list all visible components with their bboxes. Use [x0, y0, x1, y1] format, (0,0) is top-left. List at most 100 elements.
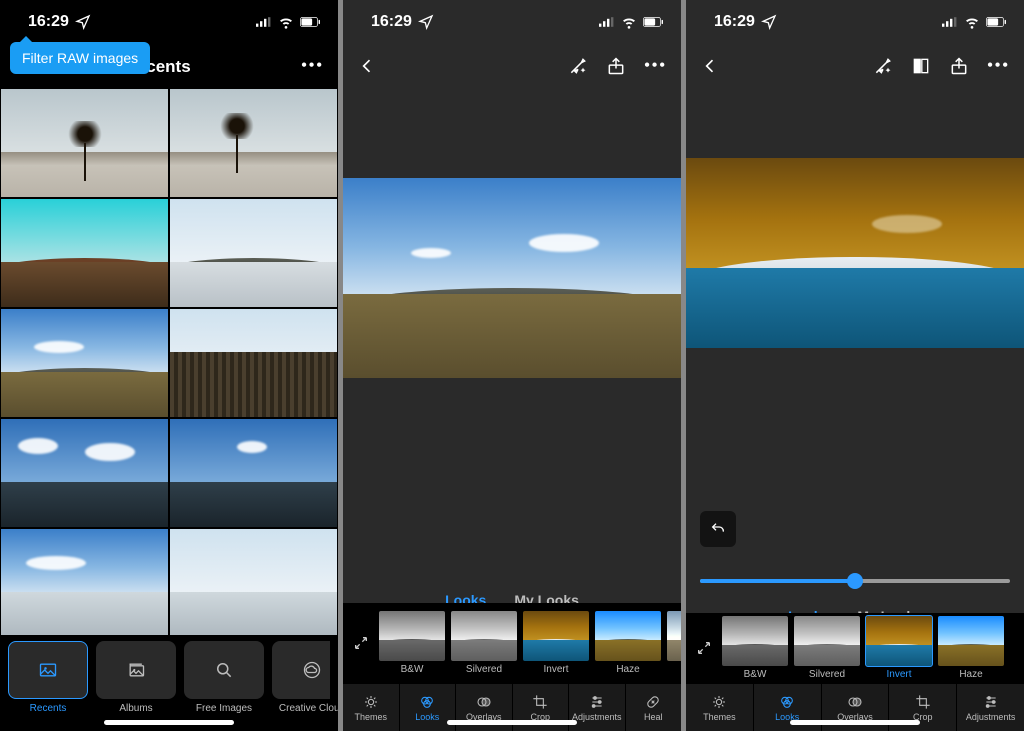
tool-label: Themes [354, 712, 387, 722]
crop-icon [532, 694, 548, 710]
nav-recents[interactable] [8, 641, 88, 699]
look-item[interactable]: Invert [523, 611, 589, 675]
signal-icon [256, 14, 272, 30]
signal-icon [599, 14, 615, 30]
grid-thumb[interactable] [1, 529, 168, 635]
albums-icon [126, 660, 146, 680]
location-icon [75, 14, 91, 30]
intensity-slider[interactable] [700, 569, 1010, 593]
status-bar: 16:29 [686, 0, 1024, 44]
overlays-icon [476, 694, 492, 710]
grid-thumb[interactable] [1, 199, 168, 307]
back-icon[interactable] [700, 56, 720, 76]
themes-icon [711, 694, 727, 710]
tool-label: Looks [415, 712, 439, 722]
look-label: Haze [616, 664, 639, 675]
grid-thumb[interactable] [1, 89, 168, 197]
adjustments-icon [589, 694, 605, 710]
look-item[interactable]: Silvered [451, 611, 517, 675]
tool-themes[interactable]: Themes [343, 684, 399, 731]
battery-icon [643, 12, 663, 32]
tool-label: Adjustments [572, 712, 622, 722]
status-time: 16:29 [714, 14, 755, 30]
nav-free-images[interactable] [184, 641, 264, 699]
look-item[interactable]: Haze [938, 616, 1004, 680]
grid-thumb[interactable] [170, 529, 337, 635]
grid-thumb[interactable] [170, 89, 337, 197]
looks-strip[interactable]: B&W Silvered Invert Haze Pastel [343, 603, 681, 683]
editor-photo[interactable] [343, 178, 681, 378]
status-bar: 16:29 [0, 0, 338, 44]
look-label: Silvered [466, 664, 502, 675]
nav-label: Creative Cloud [272, 703, 338, 714]
adjustments-icon [983, 694, 999, 710]
status-bar: 16:29 [343, 0, 681, 44]
home-indicator[interactable] [104, 720, 234, 725]
look-item[interactable]: Haze [595, 611, 661, 675]
grid-thumb[interactable] [170, 199, 337, 307]
auto-enhance-icon[interactable] [568, 56, 588, 76]
more-icon[interactable]: ••• [987, 57, 1010, 75]
wifi-icon [621, 14, 637, 30]
photo-grid [0, 88, 338, 635]
back-icon[interactable] [357, 56, 377, 76]
tool-themes[interactable]: Themes [686, 684, 753, 731]
tool-label: Themes [703, 712, 736, 722]
gallery-bottom-nav: Recents Albums Free Images Creative Clou… [0, 635, 338, 731]
expand-icon[interactable] [692, 636, 716, 660]
editor-header: ••• [343, 44, 681, 88]
look-item[interactable]: B&W [379, 611, 445, 675]
tooltip-label: Filter RAW images [22, 50, 138, 66]
filter-raw-tooltip[interactable]: Filter RAW images [10, 42, 150, 74]
look-label: Haze [959, 669, 982, 680]
wifi-icon [964, 14, 980, 30]
nav-albums[interactable] [96, 641, 176, 699]
undo-button[interactable] [700, 511, 736, 547]
grid-thumb[interactable] [170, 419, 337, 527]
tool-heal[interactable]: Heal [625, 684, 682, 731]
share-icon[interactable] [949, 56, 969, 76]
undo-icon [710, 521, 726, 537]
battery-icon [986, 12, 1006, 32]
location-icon [418, 14, 434, 30]
wifi-icon [278, 14, 294, 30]
status-time: 16:29 [371, 14, 412, 30]
grid-thumb[interactable] [1, 419, 168, 527]
crop-icon [915, 694, 931, 710]
home-indicator[interactable] [447, 720, 577, 725]
look-label: Silvered [809, 669, 845, 680]
compare-icon[interactable] [911, 56, 931, 76]
status-time: 16:29 [28, 14, 69, 30]
looks-strip[interactable]: B&W Silvered Invert Haze [686, 613, 1024, 683]
editor-header: ••• [686, 44, 1024, 88]
look-item[interactable]: B&W [722, 616, 788, 680]
look-item[interactable]: Invert [866, 616, 932, 680]
gallery-screen: 16:29 Filter RAW images Recents ••• [0, 0, 338, 731]
looks-icon [779, 694, 795, 710]
overlays-icon [847, 694, 863, 710]
battery-icon [300, 12, 320, 32]
look-item[interactable]: Silvered [794, 616, 860, 680]
auto-enhance-icon[interactable] [873, 56, 893, 76]
look-label: Invert [886, 669, 911, 680]
tool-adjustments[interactable]: Adjustments [956, 684, 1024, 731]
editor-photo[interactable] [686, 158, 1024, 348]
editor-screen: 16:29 ••• Looks [343, 0, 681, 731]
nav-creative-cloud[interactable] [272, 641, 330, 699]
share-icon[interactable] [606, 56, 626, 76]
themes-icon [363, 694, 379, 710]
look-label: B&W [744, 669, 767, 680]
grid-thumb[interactable] [170, 309, 337, 417]
grid-thumb[interactable] [1, 309, 168, 417]
look-item[interactable]: Pastel [667, 611, 681, 675]
expand-icon[interactable] [349, 631, 373, 655]
more-icon[interactable]: ••• [301, 57, 324, 75]
creative-cloud-icon [302, 660, 322, 680]
location-icon [761, 14, 777, 30]
home-indicator[interactable] [790, 720, 920, 725]
looks-icon [419, 694, 435, 710]
search-icon [214, 660, 234, 680]
signal-icon [942, 14, 958, 30]
nav-label: Recents [8, 703, 88, 714]
more-icon[interactable]: ••• [644, 57, 667, 75]
